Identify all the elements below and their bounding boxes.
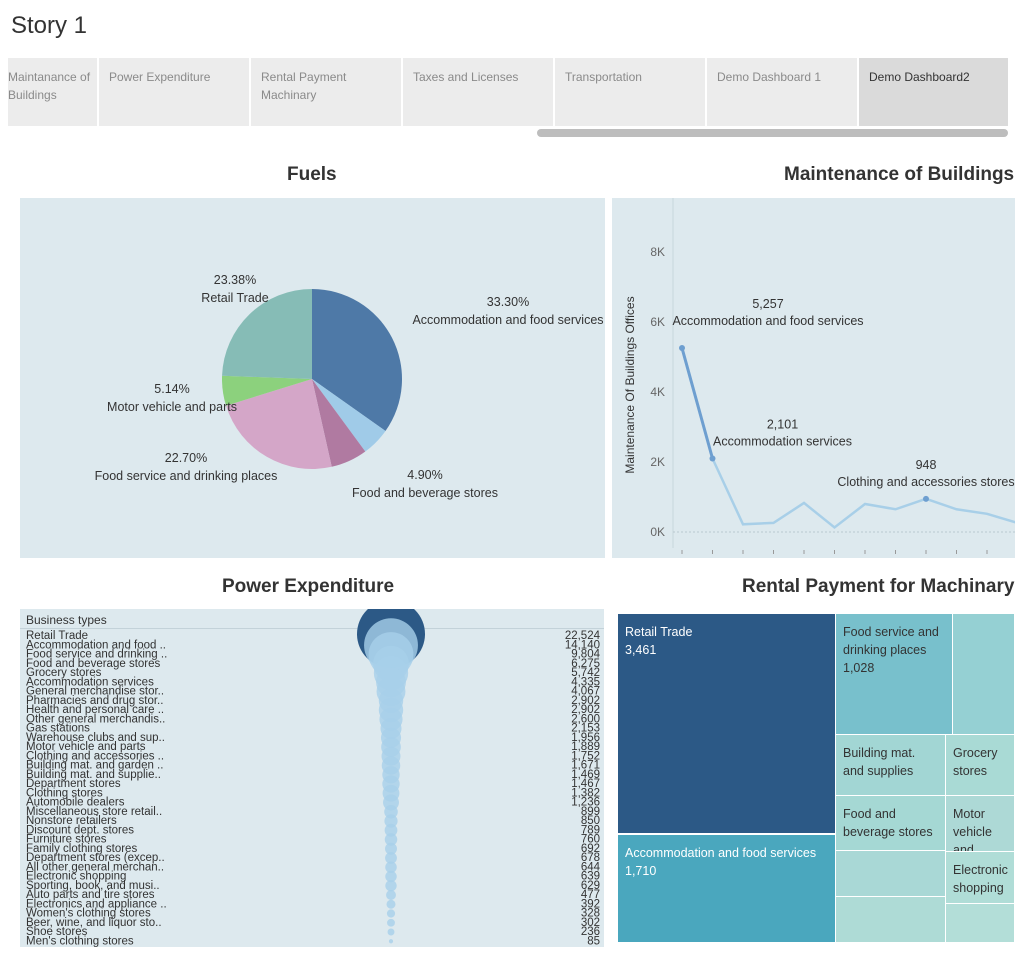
point-label: Accommodation services — [713, 434, 852, 448]
pie-slice-label: Food service and drinking places — [95, 469, 278, 483]
treemap-cell-value: 1,710 — [625, 864, 657, 878]
treemap-cell-label: Building mat. and supplies — [843, 746, 916, 778]
pie-percent-label: 33.30% — [487, 295, 529, 309]
story-title: Story 1 — [11, 12, 88, 39]
treemap-cell-label: Food service and drinking places — [843, 625, 939, 657]
power-bubble — [386, 890, 396, 900]
point-label: Clothing and accessories stores — [837, 475, 1014, 489]
treemap-cell — [945, 903, 1015, 943]
power-bubble — [386, 909, 396, 918]
fuels-panel: 33.30% Accommodation and food services 4.9… — [20, 198, 605, 558]
power-bubble — [385, 880, 397, 892]
power-bubble — [387, 928, 395, 936]
treemap-cell: Electronic shopping — [945, 851, 1015, 904]
treemap-cell-label: Electronic shopping — [953, 863, 1008, 895]
point-value-label: 2,101 — [767, 417, 798, 431]
maintenance-line-chart: 0K 2K 4K 6K 8K Maintenance Of Buildings Offic… — [623, 198, 1015, 554]
series-line-highlight — [680, 347, 714, 459]
story-tab[interactable]: Taxes and Licenses — [403, 58, 553, 126]
story-tab[interactable]: Demo Dashboard 1 — [707, 58, 857, 126]
power-expenditure-chart: Business types Retail Trade 22,524 Accommo… — [20, 609, 604, 947]
power-title: Power Expenditure — [222, 576, 395, 597]
story-tab[interactable]: Power Expenditure — [99, 58, 249, 126]
y-axis-label: Maintenance Of Buildings Offices — [623, 296, 637, 473]
data-point — [709, 455, 716, 462]
treemap-cell-label: Retail Trade — [625, 625, 693, 639]
y-tick-label: 6K — [650, 315, 665, 329]
story-tab[interactable]: Rental Payment Machinary — [251, 58, 401, 126]
treemap-cell-label: Motor vehicle and — [953, 807, 992, 852]
pie-percent-label: 22.70% — [165, 451, 207, 465]
fuels-pie-chart: 33.30% Accommodation and food services 4.9… — [95, 273, 604, 500]
maintenance-panel: 0K 2K 4K 6K 8K Maintenance Of Buildings Offic… — [612, 198, 1015, 558]
fuels-title: Fuels — [287, 164, 337, 185]
y-tick-label: 2K — [650, 455, 665, 469]
treemap-cell — [835, 850, 946, 897]
rental-treemap: Retail Trade 3,461 Accommodation and food … — [617, 613, 1015, 943]
treemap-cell-label: Grocery stores — [953, 746, 998, 778]
treemap-cell: Food and beverage stores — [835, 795, 946, 851]
treemap-cell — [835, 896, 946, 943]
pie-slice-label: Accommodation and food services — [412, 313, 603, 327]
pie-percent-label: 5.14% — [154, 382, 189, 396]
treemap-cell: Food service and drinking places 1,028 — [835, 613, 953, 735]
power-category-label: Men's clothing stores — [26, 935, 134, 947]
data-point — [679, 345, 685, 352]
treemap-cell-label: Accommodation and food services — [625, 846, 817, 860]
y-tick-label: 0K — [650, 525, 665, 539]
power-bubble — [387, 918, 395, 927]
point-label: Accommodation and food services — [672, 314, 863, 328]
point-value-label: 948 — [916, 458, 937, 472]
story-tab[interactable]: Maintanance of Buildings — [8, 58, 97, 126]
power-bubble — [388, 939, 394, 944]
treemap-cell: Accommodation and food services 1,710 — [617, 834, 836, 943]
story-tab[interactable]: Demo Dashboard2 — [859, 58, 1008, 126]
maintenance-title: Maintenance of Buildings — [784, 164, 1015, 185]
tab-scrollbar[interactable] — [537, 129, 1008, 137]
treemap-cell: Grocery stores — [945, 734, 1015, 796]
treemap-cell: Building mat. and supplies — [835, 734, 946, 796]
pie-slice-label: Food and beverage stores — [352, 486, 498, 500]
pie-percent-label: 23.38% — [214, 273, 256, 287]
point-value-label: 5,257 — [752, 297, 783, 311]
treemap-cell — [952, 613, 1015, 735]
treemap-cell-value: 1,028 — [843, 661, 875, 675]
data-point — [923, 495, 929, 502]
treemap-cell: Motor vehicle and — [945, 795, 1015, 852]
rental-title: Rental Payment for Machinary — [742, 576, 1015, 597]
power-value-label: 85 — [587, 935, 600, 947]
power-bubbles: Retail Trade 22,524Accommodation and food… — [26, 609, 601, 947]
y-tick-label: 4K — [650, 385, 665, 399]
pie-slice-label: Retail Trade — [201, 291, 268, 305]
story-tab[interactable]: Transportation — [555, 58, 705, 126]
treemap-cell-label: Food and beverage stores — [843, 807, 933, 839]
treemap-cell: Retail Trade 3,461 — [617, 613, 836, 834]
treemap-cell-value: 3,461 — [625, 643, 657, 657]
pie-slice-label: Motor vehicle and parts — [107, 400, 237, 414]
y-tick-label: 8K — [650, 245, 665, 259]
pie-percent-label: 4.90% — [407, 468, 442, 482]
power-bubble — [386, 899, 396, 909]
